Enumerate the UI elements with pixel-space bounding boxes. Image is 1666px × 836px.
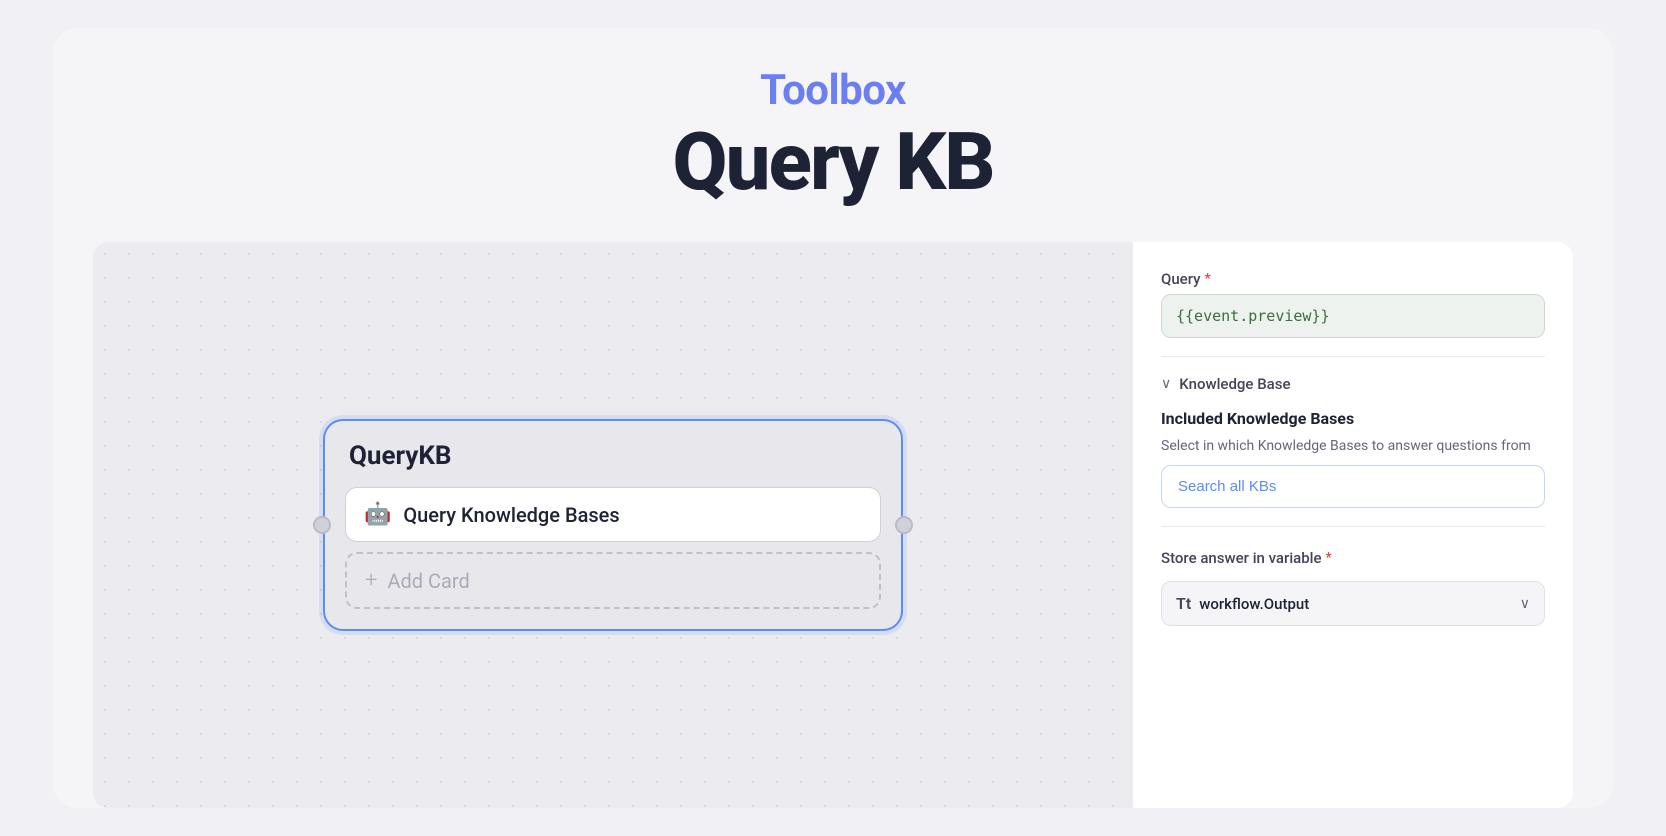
variable-chevron-icon: ∨ [1520,596,1530,612]
included-kb-desc: Select in which Knowledge Bases to answe… [1161,436,1545,457]
node-item-text: Query Knowledge Bases [403,503,619,527]
query-field-section: Query * {{event.preview}} [1161,270,1545,338]
knowledge-base-header[interactable]: ∨ Knowledge Base [1161,375,1545,393]
query-required-star: * [1205,271,1211,287]
query-field-label: Query * [1161,270,1545,288]
toolbox-label: Toolbox [760,68,906,114]
included-kb-title: Included Knowledge Bases [1161,409,1545,428]
knowledge-base-label: Knowledge Base [1179,375,1290,393]
add-card-area[interactable]: + Add Card [345,552,881,609]
page-container: Toolbox Query KB QueryKB 🤖 Query Knowled… [53,28,1613,808]
connector-dot-right [895,516,913,534]
canvas-area: QueryKB 🤖 Query Knowledge Bases + Add Ca… [93,242,1133,808]
main-panel: QueryKB 🤖 Query Knowledge Bases + Add Ca… [53,242,1613,808]
type-icon: Tt [1176,594,1191,613]
plus-icon: + [365,568,377,593]
query-input[interactable]: {{event.preview}} [1161,294,1545,338]
node-wrapper: QueryKB 🤖 Query Knowledge Bases + Add Ca… [323,419,903,631]
store-variable-label: Store answer in variable * [1161,549,1545,567]
divider-2 [1161,526,1545,527]
search-kbs-button[interactable]: Search all KBs [1161,465,1545,508]
store-variable-section: Store answer in variable * Tt workflow.O… [1161,549,1545,626]
divider-1 [1161,356,1545,357]
node-card[interactable]: QueryKB 🤖 Query Knowledge Bases + Add Ca… [323,419,903,631]
connector-dot-left [313,516,331,534]
right-panel: Query * {{event.preview}} ∨ Knowledge Ba… [1133,242,1573,808]
included-kb-section: Included Knowledge Bases Select in which… [1161,409,1545,508]
add-card-label: Add Card [387,569,469,593]
variable-value: workflow.Output [1199,595,1512,613]
page-title: Query KB [672,118,993,206]
store-required-star: * [1326,550,1332,566]
node-item[interactable]: 🤖 Query Knowledge Bases [345,487,881,542]
chevron-down-icon: ∨ [1161,376,1171,392]
variable-selector[interactable]: Tt workflow.Output ∨ [1161,581,1545,626]
node-title: QueryKB [345,441,881,471]
robot-icon: 🤖 [364,502,391,527]
